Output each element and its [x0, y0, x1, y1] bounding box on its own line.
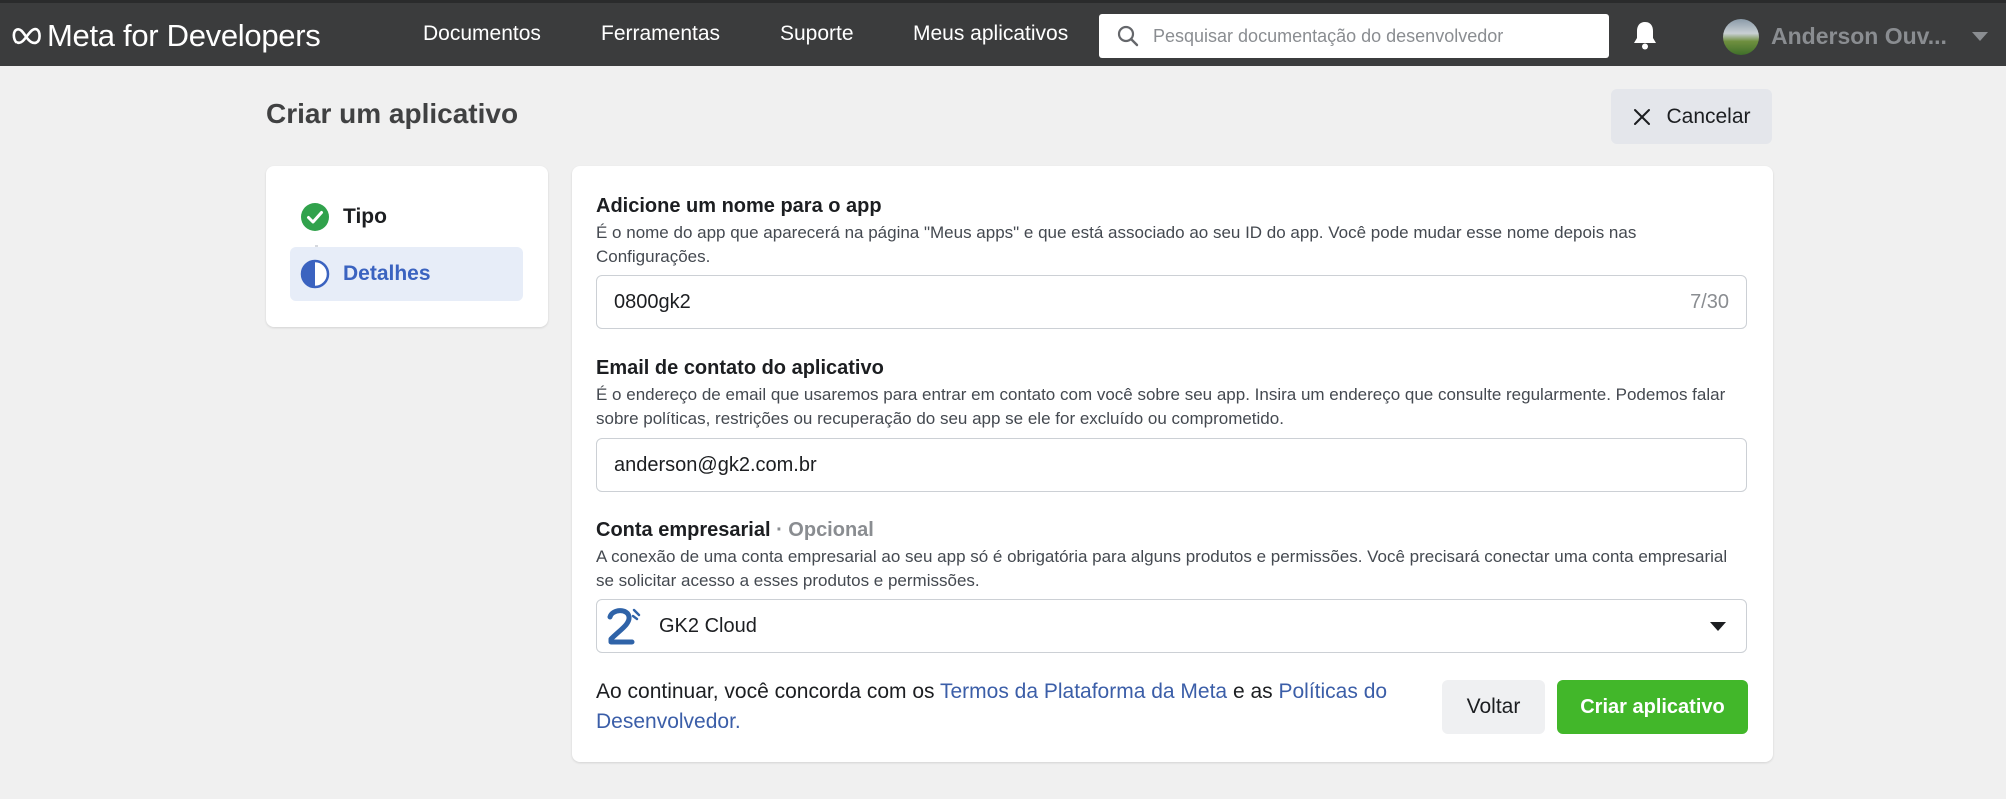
gk2-logo-icon — [607, 608, 641, 645]
business-account-label-text: Conta empresarial — [596, 519, 771, 541]
page-title: Criar um aplicativo — [266, 98, 519, 129]
business-account-select[interactable]: GK2 Cloud — [596, 599, 1747, 653]
character-counter: 7/30 — [1690, 291, 1729, 313]
terms-middle: e as — [1227, 680, 1279, 703]
app-name-field-wrapper: 7/30 — [596, 275, 1747, 329]
contact-email-field-wrapper — [596, 438, 1747, 492]
nav-suporte[interactable]: Suporte — [780, 22, 854, 46]
check-circle-icon — [301, 203, 329, 231]
meta-for-developers-logo[interactable]: Meta for Developers — [12, 18, 321, 54]
meta-infinity-icon — [12, 27, 41, 45]
cancel-label: Cancelar — [1666, 104, 1751, 128]
chevron-down-icon — [1710, 621, 1726, 631]
back-button[interactable]: Voltar — [1442, 680, 1545, 734]
app-name-input[interactable] — [597, 278, 1746, 326]
notifications-bell-icon[interactable] — [1630, 19, 1660, 51]
cancel-button[interactable]: Cancelar — [1611, 89, 1772, 144]
steps-panel: Tipo Detalhes — [266, 166, 548, 327]
chevron-down-icon[interactable] — [1972, 32, 1988, 41]
logo-text: Meta for Developers — [47, 18, 321, 53]
username[interactable]: Anderson Ouv... — [1771, 23, 1947, 50]
create-app-button[interactable]: Criar aplicativo — [1557, 680, 1748, 734]
search-icon — [1117, 25, 1139, 47]
app-name-label: Adicione um nome para o app — [596, 195, 882, 217]
optional-tag: · Opcional — [770, 519, 874, 541]
avatar[interactable] — [1723, 19, 1759, 55]
nav-ferramentas[interactable]: Ferramentas — [601, 22, 720, 46]
nav-documentos[interactable]: Documentos — [423, 22, 541, 46]
step-label: Detalhes — [343, 262, 431, 285]
business-account-label: Conta empresarial · Opcional — [596, 519, 874, 542]
step-tipo[interactable]: Tipo — [290, 190, 523, 244]
business-account-help: A conexão de uma conta empresarial ao se… — [596, 547, 1728, 590]
nav-meus-aplicativos[interactable]: Meus aplicativos — [913, 22, 1068, 46]
terms-prefix: Ao continuar, você concorda com os — [596, 680, 940, 703]
search-input[interactable] — [1153, 16, 1609, 56]
terms-text: Ao continuar, você concorda com os Termo… — [596, 677, 1416, 737]
contact-email-label: Email de contato do aplicativo — [596, 357, 884, 379]
half-circle-icon — [300, 259, 330, 289]
business-account-value: GK2 Cloud — [659, 614, 757, 637]
app-name-help: É o nome do app que aparecerá na página … — [596, 223, 1637, 266]
email-field[interactable] — [597, 441, 1746, 489]
step-detalhes[interactable]: Detalhes — [290, 247, 523, 301]
create-app-form: Adicione um nome para o app É o nome do … — [572, 166, 1773, 762]
contact-email-help: É o endereço de email que usaremos para … — [596, 385, 1726, 428]
step-label: Tipo — [343, 205, 387, 228]
close-icon — [1634, 108, 1651, 125]
platform-terms-link[interactable]: Termos da Plataforma da Meta — [940, 680, 1227, 703]
top-navigation-bar: Meta for Developers Documentos Ferrament… — [0, 0, 2006, 66]
search-box — [1099, 14, 1609, 58]
